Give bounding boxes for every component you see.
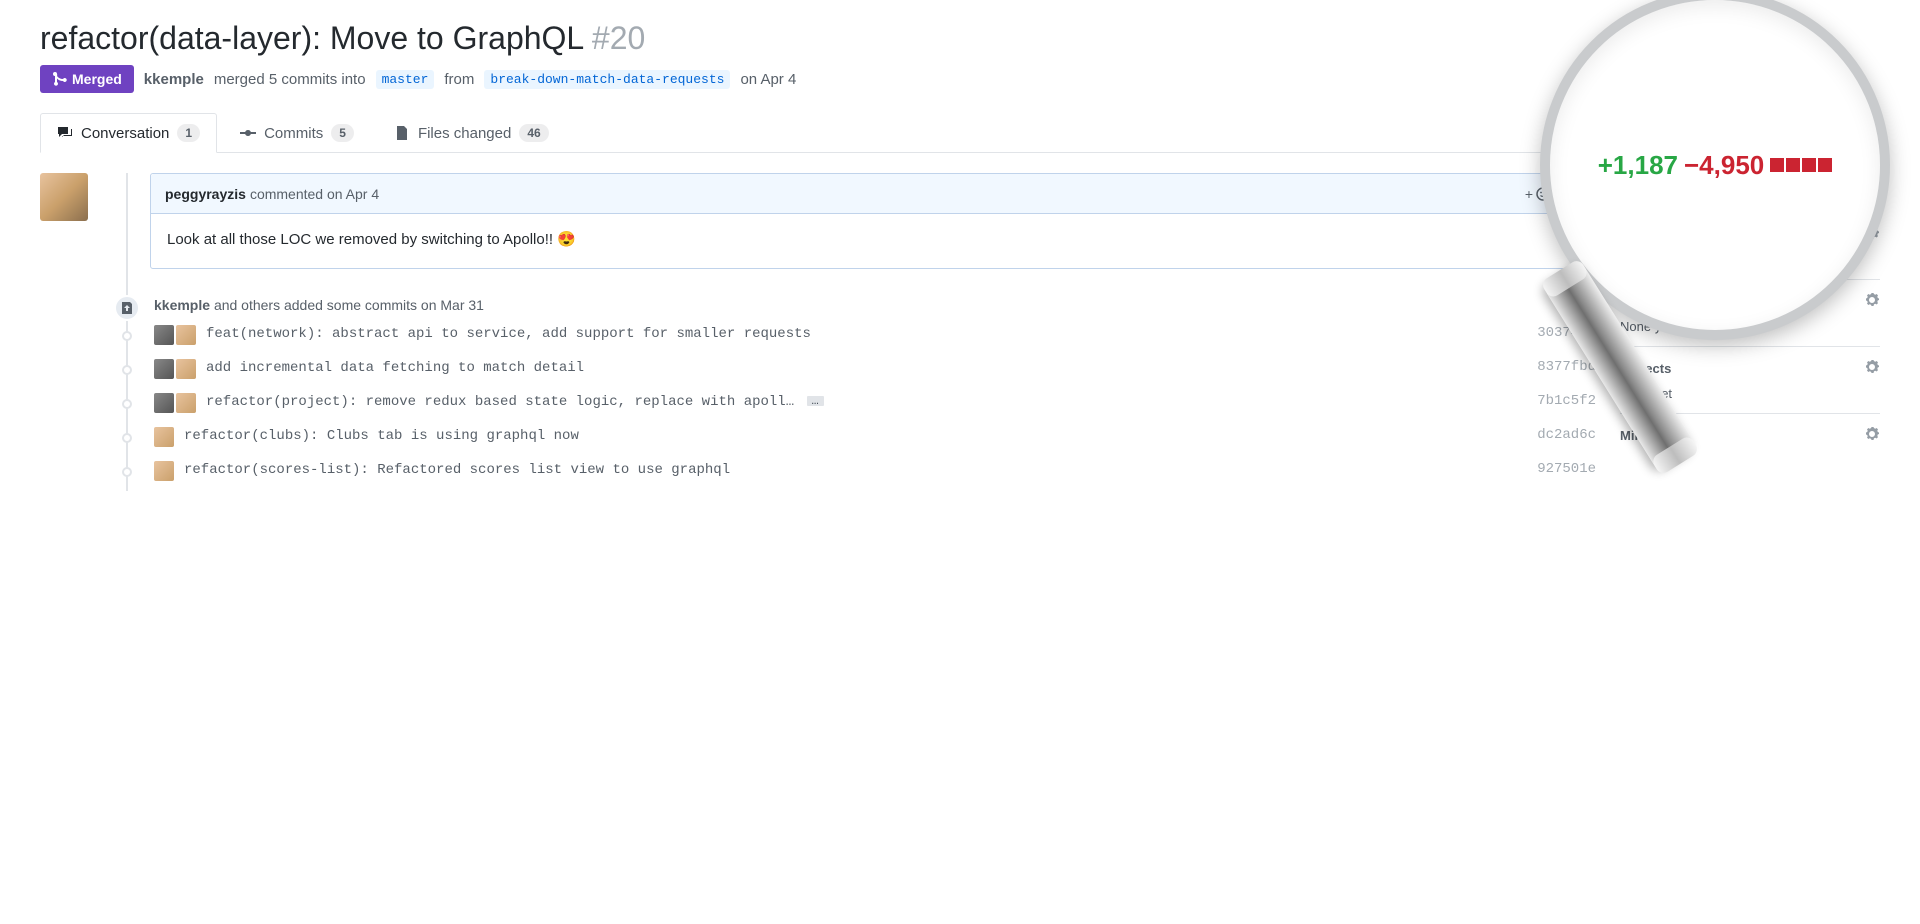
commit-row: feat(network): abstract api to service, … bbox=[110, 321, 1596, 355]
commit-sha[interactable]: 7b1c5f2 bbox=[1537, 393, 1596, 409]
sidebar-assignees: Assignees No one—assign yourself bbox=[1620, 213, 1880, 280]
sidebar: views—request one Assignees No one—assig… bbox=[1620, 113, 1880, 491]
commit-author-avatar[interactable] bbox=[176, 359, 196, 379]
pr-title: refactor(data-layer): Move to GraphQL #2… bbox=[40, 20, 1880, 57]
comment-author[interactable]: peggyrayzis bbox=[165, 186, 246, 202]
commit-message[interactable]: refactor(project): remove redux based st… bbox=[206, 393, 1527, 413]
commit-row: refactor(clubs): Clubs tab is using grap… bbox=[110, 423, 1596, 457]
pencil-icon bbox=[1565, 184, 1581, 200]
labels-title: Labels bbox=[1620, 294, 1661, 309]
smiley-icon bbox=[1535, 186, 1551, 202]
commit-sha[interactable]: 303741e bbox=[1537, 325, 1596, 341]
gear-icon bbox=[1864, 225, 1880, 241]
add-reaction-button[interactable]: + bbox=[1525, 184, 1551, 203]
git-commit-icon bbox=[240, 125, 256, 141]
sidebar-labels: Labels None yet bbox=[1620, 280, 1880, 347]
tab-commits[interactable]: Commits 5 bbox=[223, 113, 371, 152]
commit-row: refactor(scores-list): Refactored scores… bbox=[110, 457, 1596, 491]
commit-row: add incremental data fetching to match d… bbox=[110, 355, 1596, 389]
pr-meta-row: Merged kkemple merged 5 commits into mas… bbox=[40, 65, 1880, 93]
comment-body: Look at all those LOC we removed by swit… bbox=[151, 214, 1595, 268]
tab-files-changed[interactable]: Files changed 46 bbox=[377, 113, 566, 152]
tab-conversation[interactable]: Conversation 1 bbox=[40, 113, 217, 153]
pr-title-text: refactor(data-layer): Move to GraphQL bbox=[40, 20, 583, 56]
conversation-count: 1 bbox=[177, 124, 200, 142]
repo-push-icon bbox=[114, 295, 140, 321]
gear-icon bbox=[1864, 426, 1880, 442]
comment-discussion-icon bbox=[57, 125, 73, 141]
head-branch[interactable]: break-down-match-data-requests bbox=[484, 70, 730, 89]
comment-timestamp: commented on Apr 4 bbox=[250, 186, 379, 202]
commit-message[interactable]: feat(network): abstract api to service, … bbox=[206, 325, 1527, 345]
commit-message[interactable]: refactor(clubs): Clubs tab is using grap… bbox=[184, 427, 1527, 447]
state-merged-badge: Merged bbox=[40, 65, 134, 93]
commit-author-avatar[interactable] bbox=[154, 393, 174, 413]
pr-number: #20 bbox=[592, 20, 645, 56]
assignees-title: Assignees bbox=[1620, 227, 1685, 242]
commit-sha[interactable]: 927501e bbox=[1537, 461, 1596, 477]
edit-comment-button[interactable] bbox=[1565, 184, 1581, 203]
projects-title: Projects bbox=[1620, 361, 1671, 376]
gear-icon bbox=[1864, 359, 1880, 375]
timeline: peggyrayzis commented on Apr 4 + Look at… bbox=[110, 173, 1596, 491]
sidebar-projects: Projects None yet bbox=[1620, 347, 1880, 414]
commit-author-avatar[interactable] bbox=[154, 461, 174, 481]
assign-yourself-link[interactable]: assign yourself bbox=[1675, 252, 1762, 267]
merged-by-user[interactable]: kkemple bbox=[144, 71, 204, 88]
expand-commit-message-button[interactable]: … bbox=[807, 396, 824, 406]
assignees-gear-icon[interactable] bbox=[1864, 225, 1880, 244]
commit-group-author[interactable]: kkemple bbox=[154, 297, 210, 313]
commit-author-avatar[interactable] bbox=[176, 325, 196, 345]
gear-icon bbox=[1864, 292, 1880, 308]
milestone-gear-icon[interactable] bbox=[1864, 426, 1880, 445]
sidebar-milestone: Milestone bbox=[1620, 414, 1880, 465]
commit-author-avatar[interactable] bbox=[176, 393, 196, 413]
commit-group-header: kkemple and others added some commits on… bbox=[110, 289, 1596, 321]
file-diff-icon bbox=[394, 125, 410, 141]
commit-sha[interactable]: 8377fbd bbox=[1537, 359, 1596, 375]
commit-message[interactable]: add incremental data fetching to match d… bbox=[206, 359, 1527, 379]
files-changed-count: 46 bbox=[519, 124, 548, 142]
projects-gear-icon[interactable] bbox=[1864, 359, 1880, 378]
commit-row: refactor(project): remove redux based st… bbox=[110, 389, 1596, 423]
comment-author-avatar[interactable] bbox=[40, 173, 88, 221]
commit-author-avatar[interactable] bbox=[154, 359, 174, 379]
commit-message[interactable]: refactor(scores-list): Refactored scores… bbox=[184, 461, 1527, 481]
commits-count: 5 bbox=[331, 124, 354, 142]
git-merge-icon bbox=[52, 71, 68, 87]
commit-author-avatar[interactable] bbox=[154, 325, 174, 345]
sidebar-reviewers: views—request one bbox=[1620, 173, 1880, 213]
pr-tabnav: Conversation 1 Commits 5 Files changed 4… bbox=[40, 113, 1596, 153]
labels-gear-icon[interactable] bbox=[1864, 292, 1880, 311]
commit-sha[interactable]: dc2ad6c bbox=[1537, 427, 1596, 443]
comment-header: peggyrayzis commented on Apr 4 + bbox=[151, 174, 1595, 214]
base-branch[interactable]: master bbox=[376, 70, 435, 89]
milestone-title: Milestone bbox=[1620, 428, 1680, 443]
comment-box: peggyrayzis commented on Apr 4 + Look at… bbox=[150, 173, 1596, 269]
commit-author-avatar[interactable] bbox=[154, 427, 174, 447]
